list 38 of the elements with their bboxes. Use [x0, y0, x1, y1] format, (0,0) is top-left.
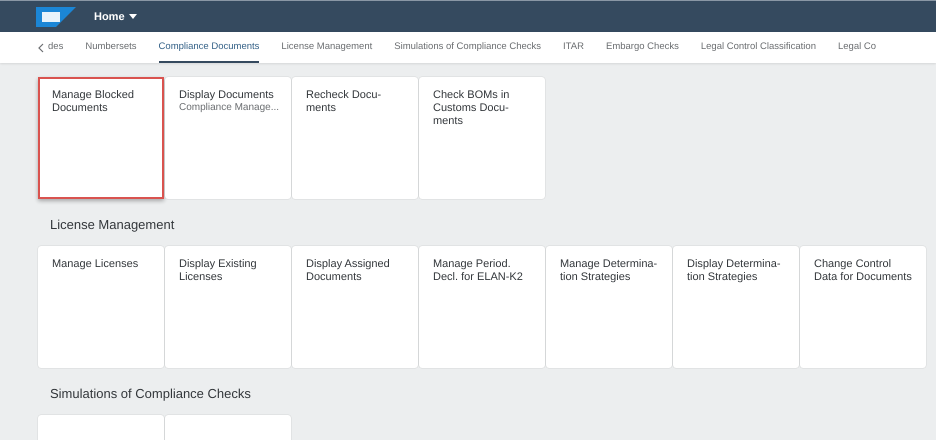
tab[interactable]: ITAR — [563, 32, 584, 63]
tile-title: Display Documents — [179, 89, 275, 102]
tab[interactable]: Compliance Documents — [158, 32, 260, 63]
home-menu-button[interactable]: Home — [94, 10, 137, 22]
tab[interactable]: Legal Co — [838, 32, 876, 63]
app-tile[interactable]: Display Assigned Documents — [292, 246, 418, 368]
tile-title: Manage Period. Decl. for ELAN-K2 — [433, 258, 524, 284]
app-tile[interactable]: Manage Determina- tion Strategies — [546, 246, 672, 368]
group-title: Simulations of Compliance Checks — [49, 385, 252, 402]
tab[interactable]: Simulations of Compliance Checks — [394, 32, 542, 63]
tile-title: Manage Determina- tion Strategies — [560, 258, 658, 284]
tile-title: Manage Licenses — [52, 258, 140, 271]
tab[interactable]: Embargo Checks — [606, 32, 679, 63]
tab[interactable]: des — [48, 32, 64, 63]
app-tile[interactable]: Manage Licenses — [38, 246, 164, 368]
tile-title: Check BOMs in Customs Docu- ments — [433, 89, 510, 128]
tile-title: Display Assigned Documents — [306, 258, 391, 284]
app-tile[interactable]: Recheck Docu- ments — [292, 77, 418, 199]
tile-title: Change Control Data for Documents — [814, 258, 912, 284]
tile-title: Display Determina- tion Strategies — [687, 258, 782, 284]
tile-subtitle: Compliance Manage... — [179, 102, 277, 114]
tile-title: Recheck Docu- ments — [306, 89, 382, 115]
app-tile[interactable]: Change Control Data for Documents — [800, 246, 926, 368]
app-tile[interactable]: Display Documents Compliance Manage... — [165, 77, 291, 199]
tab[interactable]: Numbersets — [85, 32, 137, 63]
caret-icon — [128, 14, 137, 19]
group-title: License Management — [49, 216, 176, 233]
app-tile[interactable]: Check BOMs in Customs Docu- ments — [419, 77, 545, 199]
tile-title: Manage Blocked Documents — [52, 89, 135, 115]
tab[interactable]: License Management — [281, 32, 372, 63]
app-tile[interactable]: Display Existing Licenses — [165, 246, 291, 368]
tab[interactable]: Legal Control Classification — [700, 32, 816, 63]
app-tile[interactable]: Manage Period. Decl. for ELAN-K2 — [419, 246, 545, 368]
app-tile[interactable]: Display Determina- tion Strategies — [673, 246, 799, 368]
app-tile[interactable]: Manage Blocked Documents — [38, 77, 164, 199]
chevron-left-icon[interactable] — [38, 42, 44, 52]
tile-title: Display Existing Licenses — [179, 258, 258, 284]
logo-icon[interactable] — [36, 6, 76, 26]
